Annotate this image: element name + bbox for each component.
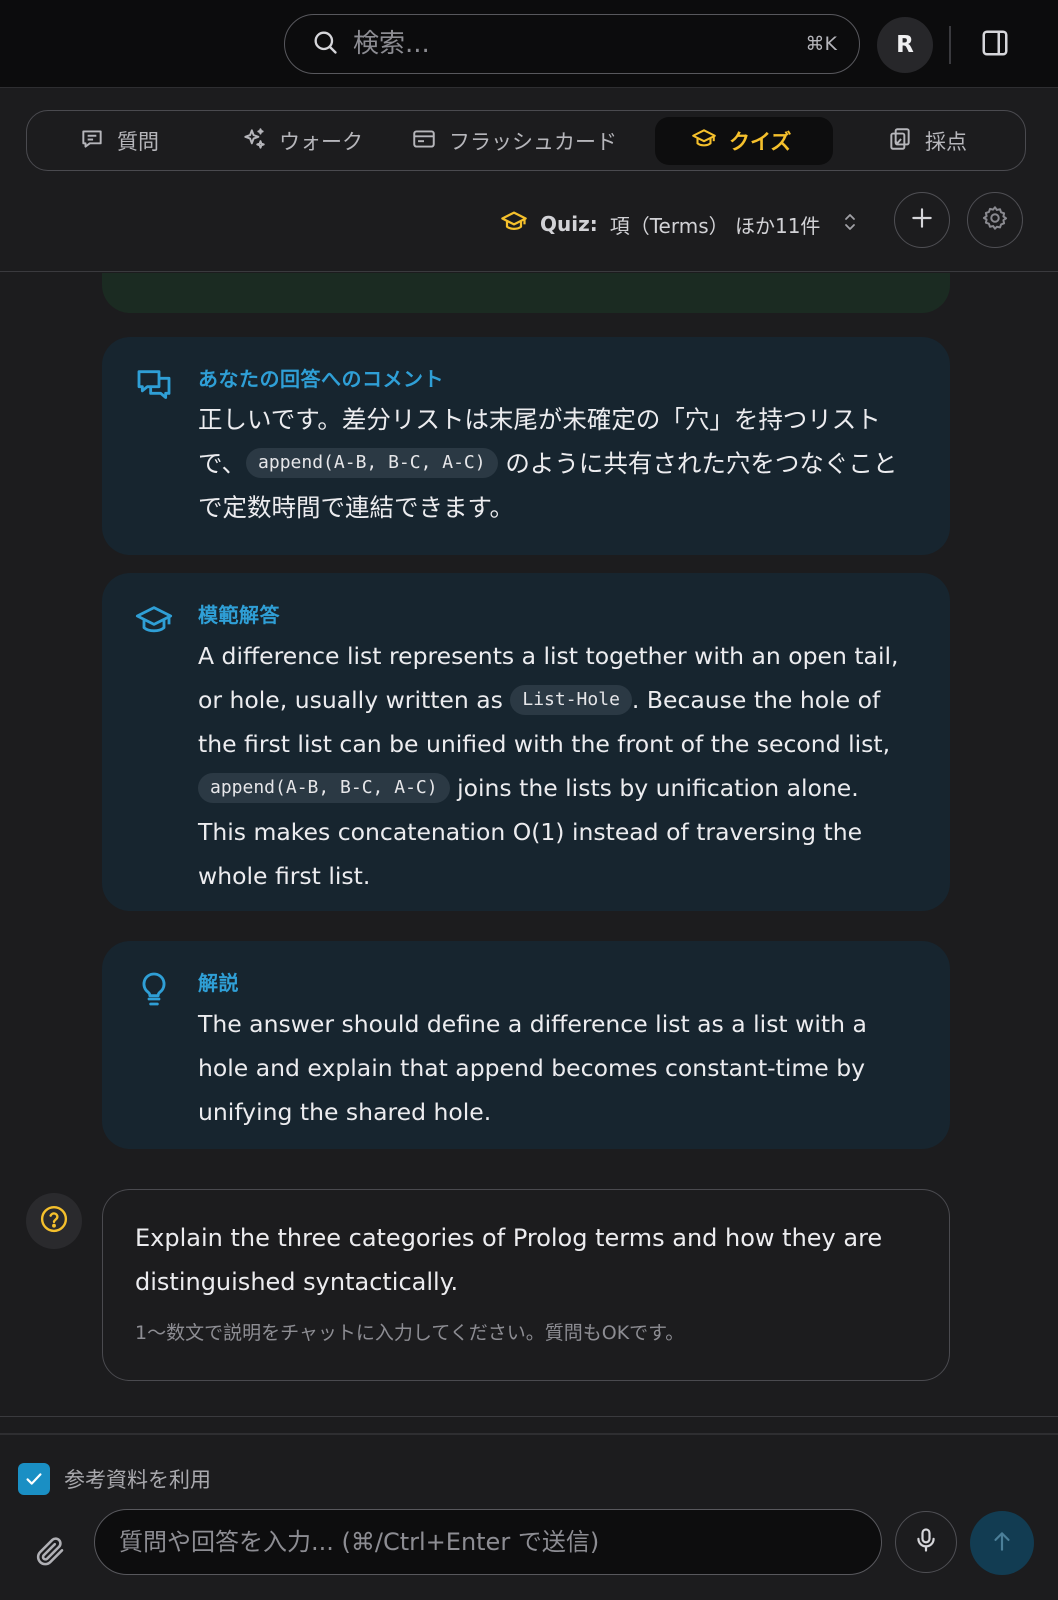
graduation-cap-icon	[691, 126, 717, 157]
tab-label: フラッシュカード	[449, 130, 617, 154]
tab-grading[interactable]: 採点	[873, 117, 981, 165]
composer: 参考資料を利用	[0, 1416, 1058, 1600]
graduation-cap-icon	[134, 601, 174, 645]
question-card: Explain the three categories of Prolog t…	[102, 1189, 950, 1381]
clipboard-icon	[887, 126, 913, 157]
tab-label: 質問	[117, 130, 159, 154]
quiz-title: 項（Terms） ほか11件	[609, 213, 821, 238]
tab-label: クイズ	[729, 130, 792, 154]
card-icon	[411, 126, 437, 157]
arrow-up-icon	[989, 1528, 1015, 1558]
sidebar-panel-icon	[980, 28, 1010, 62]
sparkles-icon	[241, 126, 267, 157]
quiz-settings-button[interactable]	[967, 192, 1023, 248]
microphone-icon	[912, 1526, 940, 1558]
tab-question[interactable]: 質問	[65, 117, 173, 165]
explanation-card: 解説 The answer should define a difference…	[102, 941, 950, 1149]
explanation-label: 解説	[198, 971, 239, 995]
chat-icon	[79, 126, 105, 157]
model-answer-text: A difference list represents a list toge…	[198, 642, 899, 890]
comment-text: 正しいです。差分リストは末尾が未確定の「穴」を持つリストで、 append(A-B…	[198, 405, 898, 522]
explanation-text: The answer should define a difference li…	[198, 1010, 867, 1126]
code-snippet: append(A-B, B-C, A-C)	[246, 448, 498, 478]
tab-label: ウォーク	[279, 130, 363, 154]
quiz-toolbar: Quiz: 項（Terms） ほか11件	[0, 190, 1058, 272]
voice-input-button[interactable]	[895, 1511, 957, 1573]
question-mark-icon	[39, 1204, 69, 1238]
question-badge	[26, 1193, 82, 1249]
search-icon	[311, 28, 339, 60]
code-snippet: append(A-B, B-C, A-C)	[198, 772, 450, 803]
message-input[interactable]	[119, 1528, 857, 1556]
code-snippet: List-Hole	[510, 684, 632, 715]
quiz-selector[interactable]: Quiz: 項（Terms） ほか11件	[500, 206, 858, 242]
attach-button[interactable]	[30, 1533, 70, 1573]
model-answer-label: 模範解答	[198, 603, 280, 627]
comment-label: あなたの回答へのコメント	[198, 367, 444, 391]
paperclip-icon	[33, 1534, 67, 1572]
lightbulb-icon	[134, 969, 174, 1013]
search-shortcut: ⌘K	[805, 33, 837, 55]
avatar[interactable]: R	[877, 17, 933, 73]
chevron-up-down-icon	[842, 211, 858, 238]
search-input[interactable]	[353, 29, 806, 59]
question-hint: 1〜数文で説明をチャットに入力してください。質問もOKです。	[135, 1322, 685, 1344]
graduation-cap-icon	[500, 208, 528, 241]
add-quiz-button[interactable]	[894, 192, 950, 248]
model-answer-card: 模範解答 A difference list represents a list…	[102, 573, 950, 911]
speech-bubbles-icon	[134, 365, 174, 409]
comment-card: あなたの回答へのコメント 正しいです。差分リストは末尾が未確定の「穴」を持つリス…	[102, 337, 950, 555]
quiz-content[interactable]: あなたの回答へのコメント 正しいです。差分リストは末尾が未確定の「穴」を持つリス…	[0, 273, 1058, 1415]
plus-icon	[909, 205, 935, 235]
send-button[interactable]	[970, 1511, 1034, 1575]
reference-checkbox[interactable]	[18, 1463, 50, 1495]
tab-walk[interactable]: ウォーク	[227, 117, 377, 165]
use-references-toggle[interactable]: 参考資料を利用	[18, 1463, 211, 1495]
header-divider	[949, 26, 951, 64]
reference-label: 参考資料を利用	[64, 1468, 211, 1492]
tab-quiz[interactable]: クイズ	[655, 117, 833, 165]
quiz-prefix: Quiz:	[540, 212, 598, 236]
mode-tabs: 質問 ウォーク フラッシュカード クイズ 採点	[26, 110, 1026, 171]
message-input-box[interactable]	[94, 1509, 882, 1575]
question-text: Explain the three categories of Prolog t…	[135, 1224, 883, 1296]
tab-label: 採点	[925, 130, 967, 154]
top-bar: ⌘K R	[0, 0, 1058, 88]
gear-icon	[981, 204, 1009, 236]
tab-flashcards[interactable]: フラッシュカード	[397, 117, 631, 165]
search-box[interactable]: ⌘K	[284, 14, 860, 74]
previous-result-card	[102, 273, 950, 313]
sidebar-toggle-button[interactable]	[978, 28, 1012, 62]
